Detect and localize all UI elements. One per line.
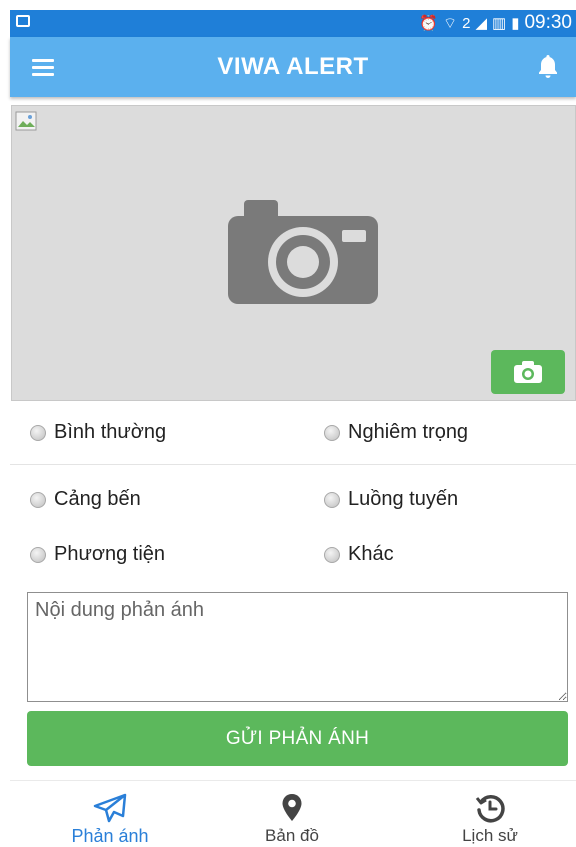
content-field-wrapper xyxy=(27,592,568,702)
radio-circle[interactable] xyxy=(324,491,340,508)
app-bar: VIWA ALERT xyxy=(10,37,576,97)
radio-severity-serious[interactable]: Nghiêm trọng xyxy=(324,421,468,444)
take-photo-button[interactable] xyxy=(491,350,565,394)
nav-label: Bản đồ xyxy=(265,826,319,845)
radio-circle[interactable] xyxy=(324,424,340,441)
radio-category-other[interactable]: Khác xyxy=(324,543,394,566)
content-textarea[interactable] xyxy=(27,592,568,702)
broken-image-icon xyxy=(15,111,37,131)
nav-item-history[interactable]: Lịch sử xyxy=(420,793,560,846)
nav-label: Lịch sử xyxy=(462,826,518,845)
send-icon xyxy=(93,793,127,823)
radio-category-port[interactable]: Cảng bến xyxy=(30,488,141,511)
bell-icon[interactable] xyxy=(536,53,560,79)
radio-category-channel[interactable]: Luồng tuyến xyxy=(324,488,458,511)
radio-circle[interactable] xyxy=(30,546,46,563)
category-radio-group-row-1: Cảng bến Luồng tuyến xyxy=(30,488,570,518)
photo-preview[interactable] xyxy=(11,105,576,401)
radio-category-vehicle[interactable]: Phương tiện xyxy=(30,543,165,566)
nav-item-map[interactable]: Bản đồ xyxy=(222,793,362,846)
camera-icon xyxy=(514,361,542,383)
app-title: VIWA ALERT xyxy=(217,53,369,80)
category-radio-group-row-2: Phương tiện Khác xyxy=(30,543,570,573)
radio-label: Nghiêm trọng xyxy=(348,421,469,443)
radio-label: Luồng tuyến xyxy=(348,488,459,510)
wifi-icon: ⌔ xyxy=(443,14,458,32)
signal-bars-icon: ▥ xyxy=(492,15,507,32)
radio-severity-normal[interactable]: Bình thường xyxy=(30,421,166,444)
nav-item-report[interactable]: Phản ánh xyxy=(40,793,180,847)
radio-circle[interactable] xyxy=(324,546,340,563)
submit-report-button[interactable]: GỬI PHẢN ÁNH xyxy=(27,711,568,766)
nav-label: Phản ánh xyxy=(71,826,149,846)
battery-icon: ▮ xyxy=(511,15,520,32)
history-icon xyxy=(475,794,505,823)
notification-image-icon xyxy=(16,15,30,27)
camera-placeholder-icon xyxy=(228,200,378,304)
radio-label: Khác xyxy=(348,543,394,565)
severity-radio-group: Bình thường Nghiêm trọng xyxy=(30,421,570,451)
alarm-icon: ⏰ xyxy=(419,15,438,32)
bottom-nav: Phản ánh Bản đồ Lịch sử xyxy=(10,780,576,847)
status-time: 09:30 xyxy=(524,12,572,33)
map-pin-icon xyxy=(282,794,302,821)
radio-label: Phương tiện xyxy=(54,543,166,565)
radio-label: Cảng bến xyxy=(54,488,141,510)
radio-label: Bình thường xyxy=(54,421,167,443)
radio-circle[interactable] xyxy=(30,424,46,441)
signal-icon: ◢ xyxy=(475,15,487,32)
status-bar: ⏰ ⌔ 2 ◢ ▥ ▮ 09:30 xyxy=(10,10,576,37)
status-icons: ⏰ ⌔ 2 ◢ ▥ ▮ 09:30 xyxy=(419,12,572,34)
divider xyxy=(10,464,576,465)
sim-icon: 2 xyxy=(462,14,471,32)
radio-circle[interactable] xyxy=(30,491,46,508)
